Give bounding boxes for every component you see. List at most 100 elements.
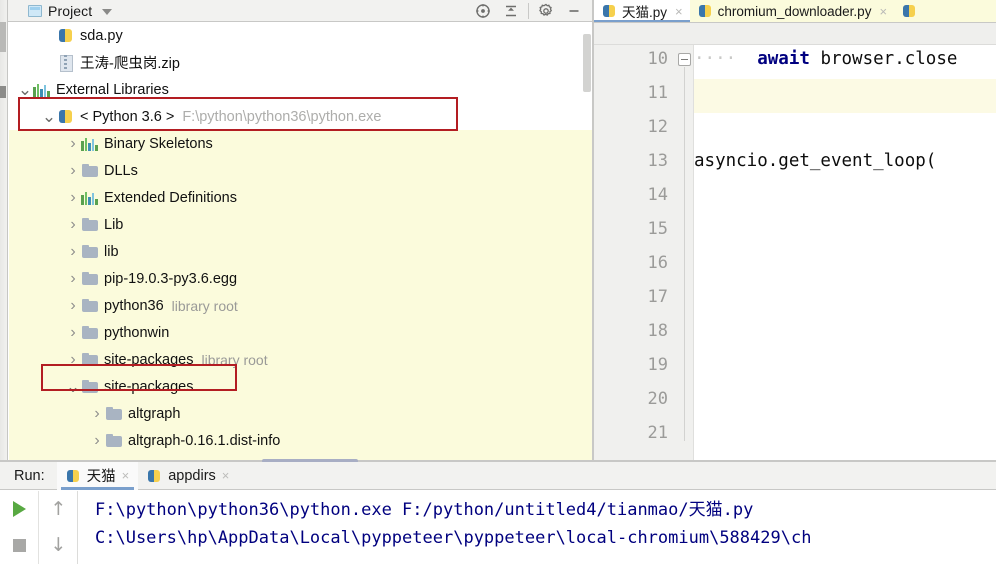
gear-icon[interactable]: [532, 0, 560, 22]
folder-icon: [81, 217, 99, 232]
code-area[interactable]: 10 ···· await browser.close 11 12 13 asyncio.…: [594, 45, 996, 461]
chevron-right-icon[interactable]: ›: [89, 432, 105, 449]
code-keyword: await: [757, 49, 810, 69]
project-title-group[interactable]: Project: [8, 3, 113, 19]
tree-item[interactable]: › DLLs: [9, 157, 592, 184]
chevron-right-icon[interactable]: ›: [65, 189, 81, 206]
tree-item[interactable]: › python36 library root: [9, 292, 592, 319]
chevron-right-icon[interactable]: ›: [65, 216, 81, 233]
code-fold-stem: [684, 67, 685, 441]
tree-item-label: site-packages: [104, 378, 194, 395]
tree-item-label: altgraph: [128, 405, 181, 422]
line-number: 17: [647, 287, 668, 307]
code-editor[interactable]: 10 ···· await browser.close 11 12 13 asyncio.…: [594, 23, 996, 461]
tree-item-label: python36: [104, 297, 164, 314]
pycharm-window: Project sda.py 王涛-爬虫岗.zip ⌄ External Lib…: [0, 0, 996, 564]
folder-icon: [81, 163, 99, 178]
console-line: C:\Users\hp\AppData\Local\pyppeteer\pypp…: [95, 528, 812, 548]
run-button[interactable]: [0, 491, 39, 527]
locate-target-icon[interactable]: [469, 0, 497, 22]
run-tab[interactable]: appdirs ×: [138, 462, 238, 490]
run-console-output[interactable]: F:\python\python36\python.exe F:/python/…: [79, 491, 996, 564]
tree-item[interactable]: › pip-19.0.3-py3.6.egg: [9, 265, 592, 292]
tree-item[interactable]: › Lib: [9, 211, 592, 238]
tree-item[interactable]: › Extended Definitions: [9, 184, 592, 211]
tree-item[interactable]: › pythonwin: [9, 319, 592, 346]
python-file-icon: [902, 4, 917, 18]
tree-item-label: Binary Skeletons: [104, 135, 213, 152]
tree-item-label: 王涛-爬虫岗.zip: [80, 56, 180, 72]
chevron-right-icon[interactable]: ›: [65, 270, 81, 287]
arrow-up-icon: ↑: [50, 497, 67, 520]
chevron-down-icon[interactable]: ⌄: [65, 378, 81, 395]
code-text: asyncio.get_event_loop(: [694, 151, 937, 171]
project-tree[interactable]: sda.py 王涛-爬虫岗.zip ⌄ External Libraries ⌄ < Py…: [9, 22, 592, 460]
tool-strip-marker: [0, 86, 6, 98]
chevron-down-icon[interactable]: ⌄: [17, 81, 33, 98]
code-fold-icon[interactable]: [678, 53, 691, 66]
tree-item[interactable]: › altgraph: [9, 400, 592, 427]
chevron-right-icon[interactable]: ›: [65, 351, 81, 368]
prev-occurrence-button[interactable]: ↑: [39, 491, 78, 527]
left-tool-strip[interactable]: [0, 0, 8, 462]
tree-item[interactable]: › lib: [9, 238, 592, 265]
line-number: 20: [647, 389, 668, 409]
project-tree-scrollbar[interactable]: [583, 34, 591, 92]
stop-button[interactable]: [0, 527, 39, 563]
minimize-icon[interactable]: [560, 0, 588, 22]
editor-tab-bar[interactable]: 天猫.py × chromium_downloader.py ×: [594, 0, 996, 23]
chevron-right-icon[interactable]: ›: [65, 324, 81, 341]
tree-item[interactable]: 王涛-爬虫岗.zip: [9, 49, 592, 76]
tree-item[interactable]: › Binary Skeletons: [9, 130, 592, 157]
run-tab-bar[interactable]: Run: 天猫 × appdirs ×: [0, 461, 996, 490]
tool-strip-handle[interactable]: [0, 22, 6, 52]
stop-icon: [13, 538, 26, 552]
tree-item-label: altgraph-0.16.1.dist-info: [128, 432, 281, 449]
close-icon[interactable]: ×: [222, 468, 230, 483]
python-file-icon: [147, 469, 162, 483]
tree-item[interactable]: ⌄ < Python 3.6 > F:\python\python36\python…: [9, 103, 592, 130]
project-tree-rows: sda.py 王涛-爬虫岗.zip ⌄ External Libraries ⌄ < Py…: [9, 22, 592, 461]
chevron-right-icon[interactable]: ›: [89, 405, 105, 422]
code-line: ···· await browser.close: [694, 49, 957, 69]
tree-item[interactable]: › altgraph-0.16.1.dist-info: [9, 427, 592, 454]
next-occurrence-button[interactable]: ↓: [39, 527, 78, 563]
tree-item-hint: library root: [201, 351, 268, 368]
chevron-right-icon[interactable]: ›: [65, 243, 81, 260]
close-icon[interactable]: ×: [879, 4, 887, 19]
line-number: 11: [647, 83, 668, 103]
tree-item[interactable]: sda.py: [9, 22, 592, 49]
line-number: 10: [647, 49, 668, 69]
tree-item-label: Lib: [104, 216, 124, 233]
run-tool-window: Run: 天猫 × appdirs × ↑ ↓ F:\python\python36\…: [0, 461, 996, 564]
run-tab-label: 天猫: [86, 469, 116, 485]
line-number: 15: [647, 219, 668, 239]
chevron-right-icon[interactable]: ›: [65, 297, 81, 314]
python-file-icon: [66, 469, 81, 483]
chevron-right-icon[interactable]: ›: [65, 162, 81, 179]
run-tab[interactable]: 天猫 ×: [56, 461, 139, 490]
python-file-icon: [698, 4, 713, 18]
chevron-down-icon[interactable]: [102, 8, 113, 15]
folder-icon: [105, 406, 123, 421]
tree-item[interactable]: ⌄ External Libraries: [9, 76, 592, 103]
editor-tab[interactable]: [894, 0, 924, 22]
chevron-right-icon[interactable]: ›: [65, 135, 81, 152]
close-icon[interactable]: ×: [675, 4, 683, 19]
run-tab-label: appdirs: [168, 467, 216, 484]
close-icon[interactable]: ×: [122, 468, 130, 483]
tree-item[interactable]: ⌄ site-packages: [9, 373, 592, 400]
chevron-down-icon[interactable]: ⌄: [41, 108, 57, 125]
editor-tab[interactable]: chromium_downloader.py ×: [690, 0, 894, 22]
tree-item-label: lib: [104, 243, 119, 260]
folder-icon: [81, 325, 99, 340]
folder-icon: [105, 433, 123, 448]
collapse-all-icon[interactable]: [497, 0, 525, 22]
tree-item-label: sda.py: [80, 27, 123, 44]
project-window-icon: [28, 4, 42, 17]
tree-item[interactable]: › site-packages library root: [9, 346, 592, 373]
line-number: 14: [647, 185, 668, 205]
editor-tab[interactable]: 天猫.py ×: [594, 0, 690, 22]
tree-item-label: External Libraries: [56, 81, 169, 98]
project-header-toolbar: [469, 0, 588, 22]
